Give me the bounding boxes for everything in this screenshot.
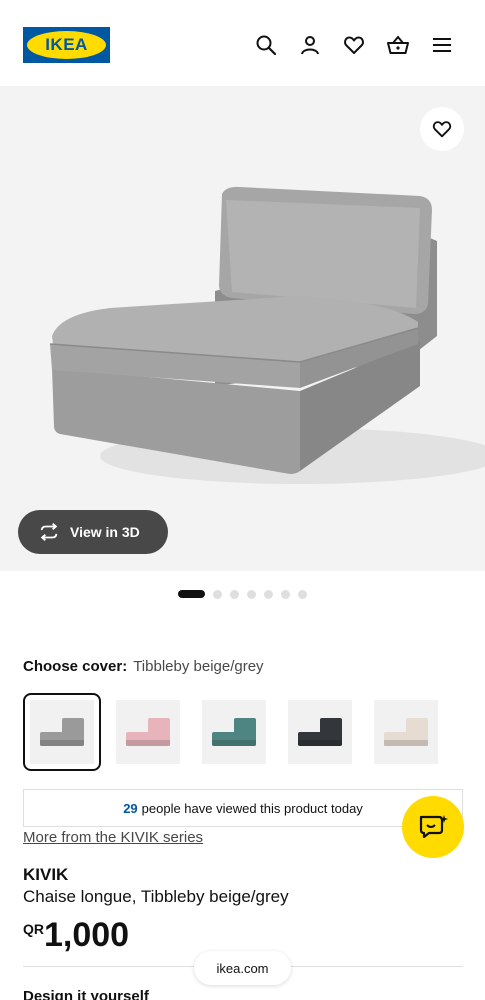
product-image-chaise-longue xyxy=(0,86,485,571)
swatch-sofa-graphic xyxy=(298,718,342,746)
product-price: QR 1,000 xyxy=(23,916,129,954)
heart-icon xyxy=(432,121,452,138)
price-currency: QR xyxy=(23,921,44,937)
cover-swatch[interactable] xyxy=(281,693,359,771)
gallery-dot[interactable] xyxy=(281,589,290,599)
view-in-3d-button[interactable]: View in 3D xyxy=(18,510,168,554)
rotate-3d-icon xyxy=(40,523,58,541)
swatch-thumbnail xyxy=(288,700,352,764)
choose-cover-heading: Choose cover: Tibbleby beige/grey xyxy=(23,658,264,675)
gallery-dot[interactable] xyxy=(230,589,239,599)
gallery-dot[interactable] xyxy=(298,589,307,599)
menu-icon[interactable] xyxy=(430,33,454,57)
kivik-series-link[interactable]: More from the KIVIK series xyxy=(23,829,203,846)
product-image-gallery[interactable] xyxy=(0,86,485,571)
swatch-sofa-graphic xyxy=(40,718,84,746)
logo-text: IKEA xyxy=(45,35,88,54)
product-description: Chaise longue, Tibbleby beige/grey xyxy=(23,887,289,906)
ikea-logo[interactable]: IKEA xyxy=(23,27,110,63)
swatch-thumbnail xyxy=(202,700,266,764)
chat-sparkle-icon xyxy=(419,815,448,839)
gallery-dot-active[interactable] xyxy=(178,590,205,598)
swatch-sofa-graphic xyxy=(212,718,256,746)
browser-url-pill[interactable]: ikea.com xyxy=(194,951,291,985)
cover-swatch[interactable] xyxy=(23,693,101,771)
heart-icon[interactable] xyxy=(342,33,366,57)
swatch-thumbnail xyxy=(116,700,180,764)
swatch-sofa-shadow xyxy=(298,740,342,746)
search-icon[interactable] xyxy=(254,33,278,57)
product-name: KIVIK xyxy=(23,865,69,884)
cover-swatch[interactable] xyxy=(109,693,187,771)
swatch-sofa-shadow xyxy=(212,740,256,746)
gallery-dot[interactable] xyxy=(247,589,256,599)
logo-oval: IKEA xyxy=(27,31,106,59)
views-count: 29 xyxy=(123,800,138,816)
price-amount: 1,000 xyxy=(44,916,130,954)
swatch-sofa-shadow xyxy=(40,740,84,746)
cover-swatch-list xyxy=(23,693,463,771)
swatch-sofa-shadow xyxy=(384,740,428,746)
gallery-dot[interactable] xyxy=(213,589,222,599)
swatch-thumbnail xyxy=(374,700,438,764)
swatch-sofa-shadow xyxy=(126,740,170,746)
basket-icon[interactable] xyxy=(386,33,410,57)
design-it-yourself-heading[interactable]: Design it yourself xyxy=(23,988,149,1000)
cover-swatch[interactable] xyxy=(367,693,445,771)
views-text: people have viewed this product today xyxy=(141,800,363,816)
swatch-sofa-graphic xyxy=(126,718,170,746)
view-in-3d-label: View in 3D xyxy=(70,524,140,540)
gallery-pagination[interactable] xyxy=(0,589,485,599)
product-views-notice: 29 people have viewed this product today xyxy=(23,789,463,827)
account-icon[interactable] xyxy=(298,33,322,57)
swatch-thumbnail xyxy=(30,700,94,764)
selected-cover-value: Tibbleby beige/grey xyxy=(133,658,264,675)
chat-assistant-button[interactable] xyxy=(402,796,464,858)
swatch-sofa-graphic xyxy=(384,718,428,746)
gallery-dot[interactable] xyxy=(264,589,273,599)
cover-swatch[interactable] xyxy=(195,693,273,771)
add-to-favourites-button[interactable] xyxy=(420,107,464,151)
choose-cover-label: Choose cover: xyxy=(23,658,128,675)
site-header: IKEA xyxy=(0,0,485,86)
